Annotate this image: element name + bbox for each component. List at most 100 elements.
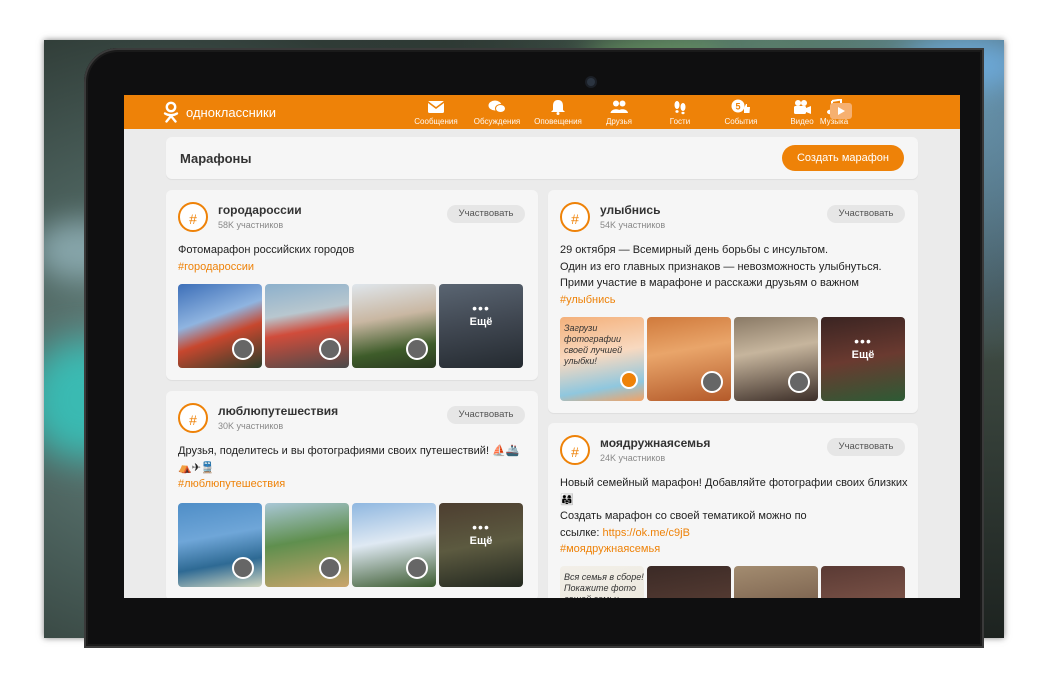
marathon-description: Новый семейный марафон! Добавляйте фотог… xyxy=(560,475,907,558)
events-badge-count: 5 xyxy=(735,102,740,112)
create-marathon-button[interactable]: Создать марафон xyxy=(782,145,904,171)
hashtag-link[interactable]: #моядружнаясемья xyxy=(560,541,907,558)
nav-messages[interactable]: Сообщения xyxy=(406,99,466,126)
envelope-icon xyxy=(427,101,445,113)
marathon-description: Друзья, поделитесь и вы фотографиями сво… xyxy=(178,443,519,493)
members-count: 54K участников xyxy=(600,220,666,230)
photo-strip: Загрузи фотографии своей лучшей улыбки! … xyxy=(560,317,905,401)
webcam xyxy=(587,78,595,86)
join-button[interactable]: Участвовать xyxy=(827,205,905,223)
nav-guests[interactable]: Гости xyxy=(650,99,710,126)
hashtag-link[interactable]: #люблюпутешествия xyxy=(178,476,519,493)
top-navigation-bar: одноклассники Сообщения Обсуждения Опове… xyxy=(124,95,960,129)
nav-notifications[interactable]: Оповещения xyxy=(528,99,588,126)
ok-logo-icon xyxy=(163,101,179,123)
marathon-card-lyublyuputeshestviya[interactable]: # люблюпутешествия 30K участников Участв… xyxy=(166,391,538,598)
marathons-header: Марафоны Создать марафон xyxy=(166,137,918,179)
photo-thumbnail[interactable] xyxy=(178,503,262,587)
promo-overlay-text: Вся семья в сборе! Покажите фото вашей с… xyxy=(564,572,644,598)
photo-thumbnail[interactable]: Вся семья в сборе! Покажите фото вашей с… xyxy=(560,566,644,598)
photo-thumbnail[interactable] xyxy=(265,284,349,368)
nav-label: Оповещения xyxy=(534,117,582,126)
ok-logo[interactable]: одноклассники xyxy=(162,101,276,123)
avatar xyxy=(232,338,254,360)
events-icon: 5 xyxy=(731,99,750,113)
hashtag-link[interactable]: #городароссии xyxy=(178,259,354,276)
photo-thumbnail[interactable]: Загрузи фотографии своей лучшей улыбки! xyxy=(560,317,644,401)
nav-events[interactable]: 5 События xyxy=(711,99,771,126)
avatar xyxy=(701,371,723,393)
photo-thumbnail[interactable] xyxy=(352,503,436,587)
nav-label: Гости xyxy=(669,117,691,126)
nav-label: Обсуждения xyxy=(473,117,521,126)
video-camera-icon xyxy=(794,100,811,114)
avatar xyxy=(406,557,428,579)
marathon-card-moyadruzhnayasemya[interactable]: # моядружнаясемья 24K участников Участво… xyxy=(548,423,918,598)
more-photos-tile[interactable]: ••• Ещё xyxy=(821,317,905,401)
photo-thumbnail[interactable] xyxy=(734,566,818,598)
photo-thumbnail[interactable] xyxy=(821,566,905,598)
members-count: 58K участников xyxy=(218,220,284,230)
screen: одноклассники Сообщения Обсуждения Опове… xyxy=(124,95,960,598)
nav-discussions[interactable]: Обсуждения xyxy=(467,99,527,126)
photo-strip: Вся семья в сборе! Покажите фото вашей с… xyxy=(560,566,905,598)
members-count: 24K участников xyxy=(600,453,666,463)
avatar xyxy=(319,557,341,579)
marathon-name[interactable]: моядружнаясемья xyxy=(600,436,710,450)
description-line: 29 октября — Всемирный день борьбы с инс… xyxy=(560,244,829,256)
avatar xyxy=(788,371,810,393)
marathon-card-gorodarossii[interactable]: # городароссии 58K участников Участвоват… xyxy=(166,190,538,380)
photo-thumbnail[interactable] xyxy=(265,503,349,587)
page-title: Марафоны xyxy=(180,151,252,166)
avatar xyxy=(406,338,428,360)
description-line: ссылке: xyxy=(560,526,603,539)
more-label: Ещё xyxy=(469,535,493,547)
hashtag-icon: # xyxy=(560,202,590,232)
photo-thumbnail[interactable] xyxy=(647,566,731,598)
photo-thumbnail[interactable] xyxy=(647,317,731,401)
photo-strip: ••• Ещё xyxy=(178,503,523,587)
hashtag-link[interactable]: #улыбнись xyxy=(560,292,882,309)
nav-friends[interactable]: Друзья xyxy=(589,99,649,126)
join-button[interactable]: Участвовать xyxy=(447,205,525,223)
more-photos-tile[interactable]: ••• Ещё xyxy=(439,503,523,587)
avatar xyxy=(232,557,254,579)
description-line: Друзья, поделитесь и вы фотографиями сво… xyxy=(178,445,520,457)
hashtag-icon: # xyxy=(560,435,590,465)
more-label: Ещё xyxy=(851,349,875,361)
marathon-name[interactable]: люблюпутешествия xyxy=(218,404,338,418)
join-button[interactable]: Участвовать xyxy=(827,438,905,456)
description-line: Создать марафон со своей тематикой можно… xyxy=(560,510,807,522)
photo-strip: ••• Ещё xyxy=(178,284,523,368)
description-line: Один из его главных признаков — невозмож… xyxy=(560,260,882,273)
footprints-icon xyxy=(674,101,686,115)
description-line: Фотомарафон российских городов xyxy=(178,244,355,256)
description-line: Новый семейный марафон! Добавляйте фотог… xyxy=(560,477,908,489)
nav-label: События xyxy=(724,117,758,126)
music-play-button[interactable] xyxy=(830,103,852,119)
marathon-name[interactable]: городароссии xyxy=(218,203,302,217)
more-dots-icon: ••• xyxy=(472,519,490,535)
members-count: 30K участников xyxy=(218,421,284,431)
description-line: ⛺✈🚆 xyxy=(178,461,215,474)
photo-thumbnail[interactable] xyxy=(178,284,262,368)
chat-bubbles-icon xyxy=(488,100,506,113)
more-label: Ещё xyxy=(469,316,493,328)
bell-icon xyxy=(551,100,565,115)
friends-icon xyxy=(610,100,628,113)
photo-thumbnail[interactable] xyxy=(734,317,818,401)
marathon-link[interactable]: https://ok.me/c9jB xyxy=(603,527,690,539)
marathon-name[interactable]: улыбнись xyxy=(600,203,660,217)
more-photos-tile[interactable]: ••• Ещё xyxy=(439,284,523,368)
marathon-description: Фотомарафон российских городов #городаро… xyxy=(178,242,354,275)
nav-label: Сообщения xyxy=(414,117,458,126)
join-button[interactable]: Участвовать xyxy=(447,406,525,424)
logo-text: одноклассники xyxy=(186,104,276,120)
hashtag-icon: # xyxy=(178,202,208,232)
more-dots-icon: ••• xyxy=(854,333,872,349)
marathon-card-ulybnis[interactable]: # улыбнись 54K участников Участвовать 29… xyxy=(548,190,918,413)
hashtag-icon: # xyxy=(178,403,208,433)
promo-overlay-text: Загрузи фотографии своей лучшей улыбки! xyxy=(564,323,623,366)
photo-thumbnail[interactable] xyxy=(352,284,436,368)
shield-badge-icon xyxy=(620,371,638,389)
